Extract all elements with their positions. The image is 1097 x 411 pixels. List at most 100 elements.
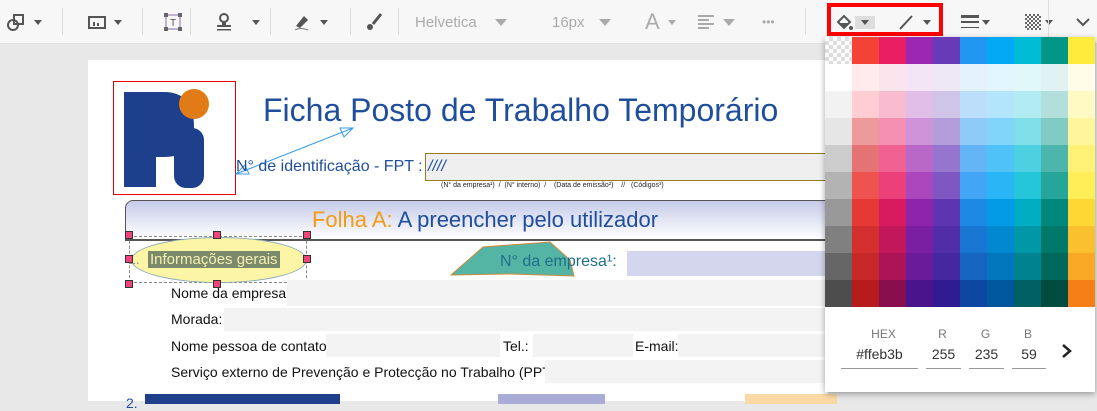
font-family-select[interactable]: Helvetica: [415, 10, 507, 34]
color-swatch[interactable]: [1041, 172, 1068, 199]
color-swatch[interactable]: [852, 280, 879, 307]
color-swatch[interactable]: [879, 145, 906, 172]
shape-tool-button[interactable]: [6, 10, 42, 34]
more-button[interactable]: •••: [762, 10, 775, 34]
contact-field[interactable]: [326, 334, 500, 357]
color-swatch[interactable]: [933, 172, 960, 199]
color-swatch[interactable]: [960, 280, 987, 307]
color-swatch[interactable]: [1014, 37, 1041, 64]
color-swatch[interactable]: [852, 91, 879, 118]
color-swatch[interactable]: [906, 91, 933, 118]
hex-input[interactable]: #ffeb3b: [841, 346, 918, 369]
resize-handle[interactable]: [125, 231, 133, 239]
color-swatch[interactable]: [825, 199, 852, 226]
color-swatch[interactable]: [960, 199, 987, 226]
color-swatch[interactable]: [1014, 145, 1041, 172]
color-swatch[interactable]: [825, 64, 852, 91]
color-swatch[interactable]: [1068, 91, 1095, 118]
color-swatch[interactable]: [987, 37, 1014, 64]
color-swatch[interactable]: [906, 199, 933, 226]
color-swatch[interactable]: [987, 226, 1014, 253]
color-swatch[interactable]: [933, 145, 960, 172]
color-swatch[interactable]: [1068, 64, 1095, 91]
color-swatch[interactable]: [987, 199, 1014, 226]
signature-tool-button[interactable]: [292, 10, 328, 34]
color-swatch[interactable]: [960, 145, 987, 172]
color-swatch[interactable]: [879, 118, 906, 145]
color-swatch[interactable]: [825, 91, 852, 118]
align-button[interactable]: [697, 10, 735, 34]
color-swatch[interactable]: [960, 64, 987, 91]
color-swatch[interactable]: [960, 91, 987, 118]
color-swatch[interactable]: [906, 37, 933, 64]
color-swatch[interactable]: [1041, 253, 1068, 280]
color-swatch[interactable]: [987, 91, 1014, 118]
color-swatch[interactable]: [825, 118, 852, 145]
text-box-tool-button[interactable]: T: [164, 10, 182, 34]
color-swatch[interactable]: [987, 64, 1014, 91]
color-swatch[interactable]: [825, 172, 852, 199]
id-field[interactable]: ////: [425, 153, 835, 181]
tel-field[interactable]: [533, 334, 633, 357]
color-swatch[interactable]: [1068, 280, 1095, 307]
g-input[interactable]: 235: [969, 346, 1004, 369]
ellipse-selection[interactable]: Informações gerais 1.: [128, 236, 307, 283]
color-swatch[interactable]: [933, 199, 960, 226]
color-swatch[interactable]: [960, 172, 987, 199]
resize-handle[interactable]: [125, 280, 133, 288]
company-name-field[interactable]: [287, 280, 837, 306]
r-input[interactable]: 255: [926, 346, 961, 369]
color-swatch[interactable]: [852, 37, 879, 64]
color-swatch[interactable]: [852, 118, 879, 145]
resize-handle[interactable]: [125, 255, 133, 263]
section2-date-field[interactable]: [745, 394, 837, 404]
color-swatch[interactable]: [852, 199, 879, 226]
address-field[interactable]: [224, 308, 837, 331]
color-swatch[interactable]: [933, 253, 960, 280]
color-swatch[interactable]: [906, 280, 933, 307]
next-mode-chevron-icon[interactable]: [1061, 343, 1073, 359]
color-swatch[interactable]: [879, 280, 906, 307]
color-swatch[interactable]: [825, 37, 852, 64]
color-swatch[interactable]: [906, 226, 933, 253]
color-swatch[interactable]: [879, 253, 906, 280]
color-swatch[interactable]: [1014, 172, 1041, 199]
color-swatch[interactable]: [1014, 199, 1041, 226]
resize-handle[interactable]: [303, 255, 311, 263]
color-swatch[interactable]: [852, 226, 879, 253]
line-weight-button[interactable]: [960, 10, 990, 34]
color-swatch[interactable]: [1041, 199, 1068, 226]
color-swatch[interactable]: [987, 118, 1014, 145]
ppt-field[interactable]: [545, 360, 837, 383]
b-input[interactable]: 59: [1012, 346, 1046, 369]
color-swatch[interactable]: [1014, 253, 1041, 280]
color-swatch[interactable]: [960, 253, 987, 280]
color-swatch[interactable]: [960, 37, 987, 64]
color-swatch[interactable]: [1041, 280, 1068, 307]
color-swatch[interactable]: [1068, 145, 1095, 172]
color-swatch[interactable]: [1068, 37, 1095, 64]
expand-toolbar-button[interactable]: [1076, 10, 1090, 34]
color-swatch[interactable]: [1041, 37, 1068, 64]
stamp-tool-button[interactable]: [214, 10, 260, 34]
section2-field[interactable]: [498, 394, 605, 404]
color-swatch[interactable]: [906, 145, 933, 172]
color-swatch[interactable]: [825, 280, 852, 307]
color-swatch[interactable]: [987, 280, 1014, 307]
color-swatch[interactable]: [1041, 91, 1068, 118]
color-swatch[interactable]: [852, 64, 879, 91]
color-swatch[interactable]: [825, 253, 852, 280]
color-swatch[interactable]: [825, 226, 852, 253]
color-swatch[interactable]: [1041, 145, 1068, 172]
color-swatch[interactable]: [933, 91, 960, 118]
color-swatch[interactable]: [1014, 64, 1041, 91]
color-swatch[interactable]: [1068, 199, 1095, 226]
image-tool-button[interactable]: [88, 10, 122, 34]
color-swatch[interactable]: [1068, 172, 1095, 199]
color-swatch[interactable]: [852, 172, 879, 199]
color-swatch[interactable]: [1014, 226, 1041, 253]
company-number-field[interactable]: [627, 251, 837, 276]
color-swatch[interactable]: [933, 118, 960, 145]
color-swatch[interactable]: [852, 253, 879, 280]
color-swatch[interactable]: [879, 64, 906, 91]
